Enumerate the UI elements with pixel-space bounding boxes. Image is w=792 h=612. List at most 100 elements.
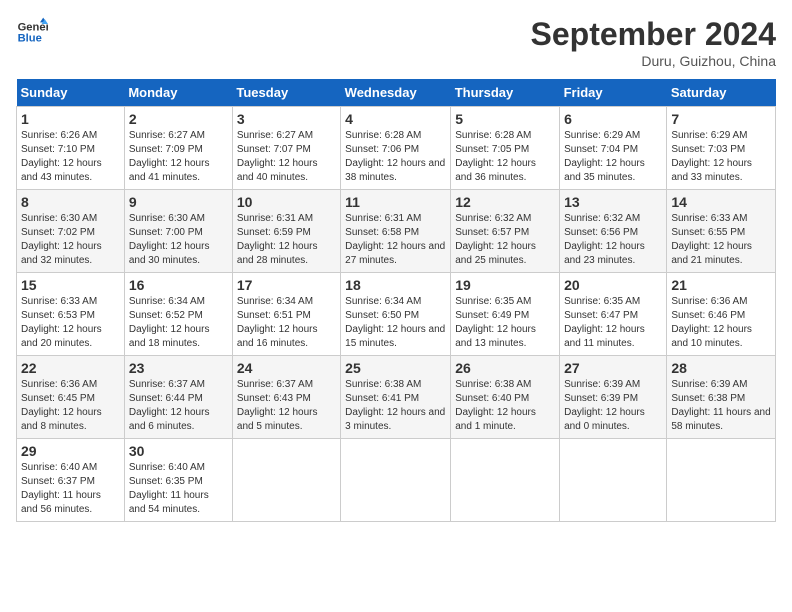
day-cell-25: 25Sunrise: 6:38 AMSunset: 6:41 PMDayligh… xyxy=(341,356,451,439)
week-row-5: 29 Sunrise: 6:40 AMSunset: 6:37 PMDayligh… xyxy=(17,439,776,522)
day-info: Sunrise: 6:28 AMSunset: 7:05 PMDaylight:… xyxy=(455,129,555,185)
day-info: Sunrise: 6:35 AMSunset: 6:49 PMDaylight:… xyxy=(455,295,555,351)
day-cell-1: 1 Sunrise: 6:26 AMSunset: 7:10 PMDaylight… xyxy=(17,107,125,190)
header-row: Sunday Monday Tuesday Wednesday Thursday… xyxy=(17,79,776,107)
day-cell-11: 11 Sunrise: 6:31 AMSunset: 6:58 PMDayligh… xyxy=(341,190,451,273)
day-number: 18 xyxy=(345,277,446,293)
day-cell-6: 6 Sunrise: 6:29 AMSunset: 7:04 PMDaylight… xyxy=(560,107,667,190)
day-info: Sunrise: 6:34 AMSunset: 6:52 PMDaylight:… xyxy=(129,295,228,351)
empty-cell xyxy=(232,439,340,522)
day-cell-5: 5 Sunrise: 6:28 AMSunset: 7:05 PMDaylight… xyxy=(451,107,560,190)
day-number: 29 xyxy=(21,443,120,459)
day-info: Sunrise: 6:34 AMSunset: 6:50 PMDaylight:… xyxy=(345,295,446,351)
day-info: Sunrise: 6:40 AMSunset: 6:37 PMDaylight:… xyxy=(21,461,120,517)
day-cell-26: 26 Sunrise: 6:38 AMSunset: 6:40 PMDayligh… xyxy=(451,356,560,439)
day-info: Sunrise: 6:36 AMSunset: 6:46 PMDaylight:… xyxy=(671,295,771,351)
day-info: Sunrise: 6:39 AMSunset: 6:39 PMDaylight:… xyxy=(564,378,662,434)
day-number: 2 xyxy=(129,111,228,127)
day-number: 20 xyxy=(564,277,662,293)
logo-icon: General Blue xyxy=(16,16,48,48)
day-info: Sunrise: 6:27 AMSunset: 7:07 PMDaylight:… xyxy=(237,129,336,185)
day-number: 27 xyxy=(564,360,662,376)
day-cell-29: 29 Sunrise: 6:40 AMSunset: 6:37 PMDayligh… xyxy=(17,439,125,522)
day-number: 19 xyxy=(455,277,555,293)
col-saturday: Saturday xyxy=(667,79,776,107)
empty-cell xyxy=(667,439,776,522)
day-cell-30: 30 Sunrise: 6:40 AMSunset: 6:35 PMDayligh… xyxy=(124,439,232,522)
day-cell-22: 22Sunrise: 6:36 AMSunset: 6:45 PMDayligh… xyxy=(17,356,125,439)
day-number: 16 xyxy=(129,277,228,293)
day-number: 25 xyxy=(345,360,446,376)
day-info: Sunrise: 6:37 AMSunset: 6:44 PMDaylight:… xyxy=(129,378,228,434)
title-block: September 2024 Duru, Guizhou, China xyxy=(531,16,776,69)
day-cell-14: 14 Sunrise: 6:33 AMSunset: 6:55 PMDayligh… xyxy=(667,190,776,273)
day-number: 24 xyxy=(237,360,336,376)
day-number: 6 xyxy=(564,111,662,127)
day-number: 9 xyxy=(129,194,228,210)
day-cell-15: 15 Sunrise: 6:33 AMSunset: 6:53 PMDayligh… xyxy=(17,273,125,356)
day-cell-23: 23 Sunrise: 6:37 AMSunset: 6:44 PMDayligh… xyxy=(124,356,232,439)
day-info: Sunrise: 6:30 AMSunset: 7:00 PMDaylight:… xyxy=(129,212,228,268)
logo: General Blue xyxy=(16,16,48,48)
day-info: Sunrise: 6:30 AMSunset: 7:02 PMDaylight:… xyxy=(21,212,120,268)
day-number: 17 xyxy=(237,277,336,293)
col-monday: Monday xyxy=(124,79,232,107)
svg-text:Blue: Blue xyxy=(18,33,42,45)
day-cell-20: 20 Sunrise: 6:35 AMSunset: 6:47 PMDayligh… xyxy=(560,273,667,356)
week-row-3: 15 Sunrise: 6:33 AMSunset: 6:53 PMDayligh… xyxy=(17,273,776,356)
day-number: 13 xyxy=(564,194,662,210)
day-number: 3 xyxy=(237,111,336,127)
day-number: 4 xyxy=(345,111,446,127)
day-cell-9: 9 Sunrise: 6:30 AMSunset: 7:00 PMDaylight… xyxy=(124,190,232,273)
day-number: 30 xyxy=(129,443,228,459)
day-info: Sunrise: 6:32 AMSunset: 6:56 PMDaylight:… xyxy=(564,212,662,268)
col-tuesday: Tuesday xyxy=(232,79,340,107)
day-info: Sunrise: 6:28 AMSunset: 7:06 PMDaylight:… xyxy=(345,129,446,185)
day-info: Sunrise: 6:32 AMSunset: 6:57 PMDaylight:… xyxy=(455,212,555,268)
day-number: 7 xyxy=(671,111,771,127)
day-cell-16: 16 Sunrise: 6:34 AMSunset: 6:52 PMDayligh… xyxy=(124,273,232,356)
location: Duru, Guizhou, China xyxy=(531,53,776,69)
day-number: 11 xyxy=(345,194,446,210)
day-info: Sunrise: 6:33 AMSunset: 6:55 PMDaylight:… xyxy=(671,212,771,268)
day-info: Sunrise: 6:40 AMSunset: 6:35 PMDaylight:… xyxy=(129,461,228,517)
day-cell-21: 21 Sunrise: 6:36 AMSunset: 6:46 PMDayligh… xyxy=(667,273,776,356)
day-info: Sunrise: 6:26 AMSunset: 7:10 PMDaylight:… xyxy=(21,129,120,185)
empty-cell xyxy=(560,439,667,522)
day-number: 15 xyxy=(21,277,120,293)
week-row-2: 8 Sunrise: 6:30 AMSunset: 7:02 PMDaylight… xyxy=(17,190,776,273)
day-cell-3: 3 Sunrise: 6:27 AMSunset: 7:07 PMDaylight… xyxy=(232,107,340,190)
calendar-table: Sunday Monday Tuesday Wednesday Thursday… xyxy=(16,79,776,522)
day-number: 5 xyxy=(455,111,555,127)
day-info: Sunrise: 6:27 AMSunset: 7:09 PMDaylight:… xyxy=(129,129,228,185)
day-info: Sunrise: 6:39 AMSunset: 6:38 PMDaylight:… xyxy=(671,378,771,434)
day-info: Sunrise: 6:38 AMSunset: 6:40 PMDaylight:… xyxy=(455,378,555,434)
day-cell-10: 10Sunrise: 6:31 AMSunset: 6:59 PMDayligh… xyxy=(232,190,340,273)
day-cell-17: 17Sunrise: 6:34 AMSunset: 6:51 PMDayligh… xyxy=(232,273,340,356)
day-number: 8 xyxy=(21,194,120,210)
day-info: Sunrise: 6:29 AMSunset: 7:04 PMDaylight:… xyxy=(564,129,662,185)
day-info: Sunrise: 6:33 AMSunset: 6:53 PMDaylight:… xyxy=(21,295,120,351)
month-title: September 2024 xyxy=(531,16,776,53)
day-number: 23 xyxy=(129,360,228,376)
day-cell-18: 18 Sunrise: 6:34 AMSunset: 6:50 PMDayligh… xyxy=(341,273,451,356)
day-info: Sunrise: 6:37 AMSunset: 6:43 PMDaylight:… xyxy=(237,378,336,434)
day-number: 14 xyxy=(671,194,771,210)
day-cell-7: 7 Sunrise: 6:29 AMSunset: 7:03 PMDaylight… xyxy=(667,107,776,190)
day-number: 12 xyxy=(455,194,555,210)
day-cell-8: 8 Sunrise: 6:30 AMSunset: 7:02 PMDaylight… xyxy=(17,190,125,273)
empty-cell xyxy=(451,439,560,522)
day-number: 1 xyxy=(21,111,120,127)
day-cell-13: 13 Sunrise: 6:32 AMSunset: 6:56 PMDayligh… xyxy=(560,190,667,273)
day-number: 10 xyxy=(237,194,336,210)
day-cell-24: 24 Sunrise: 6:37 AMSunset: 6:43 PMDayligh… xyxy=(232,356,340,439)
day-info: Sunrise: 6:29 AMSunset: 7:03 PMDaylight:… xyxy=(671,129,771,185)
day-number: 21 xyxy=(671,277,771,293)
empty-cell xyxy=(341,439,451,522)
day-info: Sunrise: 6:36 AMSunset: 6:45 PMDaylight:… xyxy=(21,378,120,434)
day-number: 28 xyxy=(671,360,771,376)
day-info: Sunrise: 6:35 AMSunset: 6:47 PMDaylight:… xyxy=(564,295,662,351)
col-thursday: Thursday xyxy=(451,79,560,107)
day-info: Sunrise: 6:31 AMSunset: 6:58 PMDaylight:… xyxy=(345,212,446,268)
day-number: 26 xyxy=(455,360,555,376)
